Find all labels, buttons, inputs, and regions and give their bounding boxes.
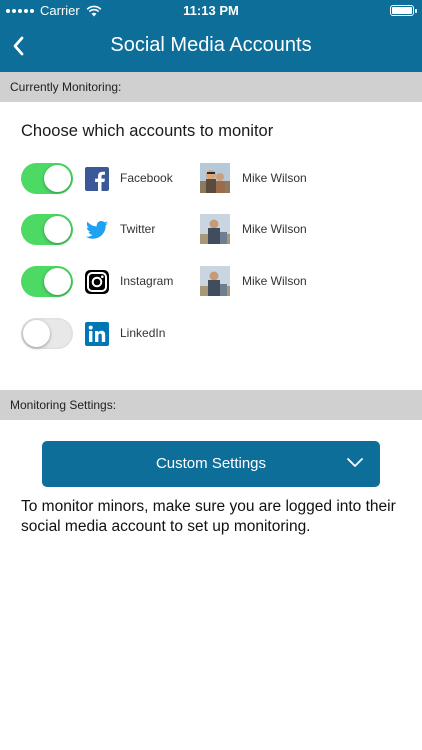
status-time: 11:13 PM (183, 3, 239, 18)
user-name-instagram: Mike Wilson (242, 274, 307, 288)
section-header-settings: Monitoring Settings: (0, 390, 422, 420)
facebook-icon (85, 167, 109, 191)
chevron-down-icon (347, 458, 363, 467)
platform-label-instagram: Instagram (120, 274, 174, 288)
battery-icon (390, 5, 417, 16)
status-bar: Carrier 11:13 PM (0, 0, 422, 22)
dropdown-selected-value: Custom Settings (155, 455, 267, 472)
section-header-monitoring: Currently Monitoring: (0, 72, 422, 102)
twitter-icon (86, 221, 108, 239)
linkedin-icon (85, 322, 109, 346)
platform-label-twitter: Twitter (120, 222, 156, 236)
user-name-facebook: Mike Wilson (242, 171, 307, 185)
account-row-twitter: Twitter Mike Wilson (0, 210, 422, 250)
account-row-facebook: Facebook Mike Wilson (0, 159, 422, 199)
avatar-instagram-user (200, 266, 230, 296)
facebook-monitor-toggle[interactable] (21, 163, 73, 194)
platform-label-facebook: Facebook (120, 171, 173, 185)
account-row-instagram: Instagram Mike Wilson (0, 262, 422, 302)
instagram-icon (85, 270, 109, 294)
nav-bar: Social Media Accounts (0, 22, 422, 72)
accounts-prompt: Choose which accounts to monitor (21, 122, 274, 140)
account-row-linkedin: LinkedIn (0, 314, 422, 354)
monitoring-settings-dropdown[interactable]: Custom Settings (42, 441, 380, 487)
instagram-monitor-toggle[interactable] (21, 266, 73, 297)
linkedin-monitor-toggle[interactable] (21, 318, 73, 349)
twitter-monitor-toggle[interactable] (21, 214, 73, 245)
avatar-twitter-user (200, 214, 230, 244)
platform-label-linkedin: LinkedIn (120, 326, 166, 340)
app-header: Carrier 11:13 PM Social Media Accounts (0, 0, 422, 72)
page-title: Social Media Accounts (110, 34, 312, 56)
user-name-twitter: Mike Wilson (242, 222, 307, 236)
minors-info-text: To monitor minors, make sure you are log… (21, 498, 396, 535)
avatar-facebook-user (200, 163, 230, 193)
